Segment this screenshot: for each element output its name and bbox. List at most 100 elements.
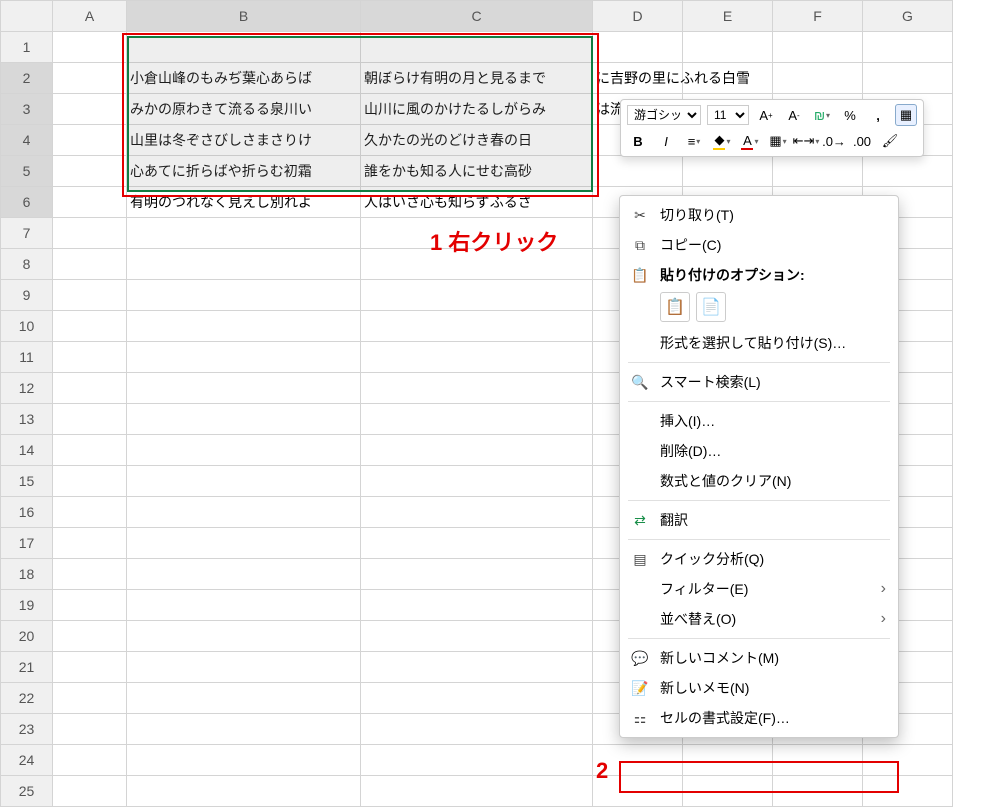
row-header-17[interactable]: 17 [1, 528, 53, 559]
row-header-13[interactable]: 13 [1, 404, 53, 435]
cell-A14[interactable] [53, 435, 127, 466]
menu-sort[interactable]: 並べ替え(O) [620, 604, 898, 634]
fill-color-icon[interactable]: ◆ [711, 130, 733, 152]
row-header-15[interactable]: 15 [1, 466, 53, 497]
cell-B18[interactable] [127, 559, 361, 590]
cell-B20[interactable] [127, 621, 361, 652]
italic-icon[interactable]: I [655, 130, 677, 152]
increase-decimal-icon[interactable]: .0→ [823, 130, 845, 152]
row-header-19[interactable]: 19 [1, 590, 53, 621]
cell-C17[interactable] [361, 528, 593, 559]
col-header-G[interactable]: G [863, 1, 953, 32]
percent-format-icon[interactable]: % [839, 104, 861, 126]
cell-A4[interactable] [53, 125, 127, 156]
decrease-font-icon[interactable]: A- [783, 104, 805, 126]
cell-C11[interactable] [361, 342, 593, 373]
cell-A9[interactable] [53, 280, 127, 311]
menu-paste-special[interactable]: 形式を選択して貼り付け(S)… [620, 328, 898, 358]
paste-default-icon[interactable]: 📋 [660, 292, 690, 322]
font-color-icon[interactable]: A [739, 130, 761, 152]
cell-A23[interactable] [53, 714, 127, 745]
comma-format-icon[interactable]: , [867, 104, 889, 126]
cell-G25[interactable] [863, 776, 953, 807]
cell-F25[interactable] [773, 776, 863, 807]
col-header-B[interactable]: B [127, 1, 361, 32]
cell-D5[interactable] [593, 156, 683, 187]
row-header-1[interactable]: 1 [1, 32, 53, 63]
cell-B17[interactable] [127, 528, 361, 559]
cell-F5[interactable] [773, 156, 863, 187]
cell-B5[interactable]: 心あてに折らばや折らむ初霜 [127, 156, 361, 187]
menu-quick-analysis[interactable]: ▤ クイック分析(Q) [620, 544, 898, 574]
cell-F2[interactable] [773, 63, 863, 94]
cell-C21[interactable] [361, 652, 593, 683]
menu-clear[interactable]: 数式と値のクリア(N) [620, 466, 898, 496]
paste-values-icon[interactable]: 📄 [696, 292, 726, 322]
cell-C10[interactable] [361, 311, 593, 342]
menu-new-comment[interactable]: 💬 新しいコメント(M) [620, 643, 898, 673]
cell-A17[interactable] [53, 528, 127, 559]
cell-C2[interactable]: 朝ぼらけ有明の月と見るまで [361, 63, 593, 94]
cell-B21[interactable] [127, 652, 361, 683]
cell-E1[interactable] [683, 32, 773, 63]
cell-A18[interactable] [53, 559, 127, 590]
cell-A1[interactable] [53, 32, 127, 63]
cell-C12[interactable] [361, 373, 593, 404]
menu-filter[interactable]: フィルター(E) [620, 574, 898, 604]
select-all-corner[interactable] [1, 1, 53, 32]
menu-smart-lookup[interactable]: 🔍 スマート検索(L) [620, 367, 898, 397]
cell-A22[interactable] [53, 683, 127, 714]
menu-new-note[interactable]: 📝 新しいメモ(N) [620, 673, 898, 703]
cell-A3[interactable] [53, 94, 127, 125]
row-header-12[interactable]: 12 [1, 373, 53, 404]
cell-C23[interactable] [361, 714, 593, 745]
col-header-C[interactable]: C [361, 1, 593, 32]
cell-C19[interactable] [361, 590, 593, 621]
cell-B13[interactable] [127, 404, 361, 435]
cell-B1[interactable] [127, 32, 361, 63]
cell-B23[interactable] [127, 714, 361, 745]
cell-C3[interactable]: 山川に風のかけたるしがらみ [361, 94, 593, 125]
cell-C1[interactable] [361, 32, 593, 63]
cell-G2[interactable] [863, 63, 953, 94]
font-size-select[interactable]: 11 [707, 105, 749, 125]
menu-cut[interactable]: ✂ 切り取り(T) [620, 200, 898, 230]
cell-C18[interactable] [361, 559, 593, 590]
cell-C9[interactable] [361, 280, 593, 311]
row-header-4[interactable]: 4 [1, 125, 53, 156]
cell-E25[interactable] [683, 776, 773, 807]
cell-C14[interactable] [361, 435, 593, 466]
cell-A8[interactable] [53, 249, 127, 280]
cell-C5[interactable]: 誰をかも知る人にせむ高砂 [361, 156, 593, 187]
cell-C15[interactable] [361, 466, 593, 497]
row-header-20[interactable]: 20 [1, 621, 53, 652]
cell-A11[interactable] [53, 342, 127, 373]
col-header-D[interactable]: D [593, 1, 683, 32]
cell-B6[interactable]: 有明のつれなく見えし別れよ [127, 187, 361, 218]
cell-C4[interactable]: 久かたの光のどけき春の日 [361, 125, 593, 156]
row-header-22[interactable]: 22 [1, 683, 53, 714]
cell-A7[interactable] [53, 218, 127, 249]
cell-A5[interactable] [53, 156, 127, 187]
menu-delete[interactable]: 削除(D)… [620, 436, 898, 466]
cell-G5[interactable] [863, 156, 953, 187]
format-painter-icon[interactable]: 🖌 [879, 130, 901, 152]
menu-insert[interactable]: 挿入(I)… [620, 406, 898, 436]
row-header-6[interactable]: 6 [1, 187, 53, 218]
row-header-7[interactable]: 7 [1, 218, 53, 249]
cell-A20[interactable] [53, 621, 127, 652]
cell-D1[interactable] [593, 32, 683, 63]
cell-C25[interactable] [361, 776, 593, 807]
cell-B12[interactable] [127, 373, 361, 404]
cell-B15[interactable] [127, 466, 361, 497]
cell-B2[interactable]: 小倉山峰のもみぢ葉心あらば [127, 63, 361, 94]
cell-B9[interactable] [127, 280, 361, 311]
cell-A2[interactable] [53, 63, 127, 94]
menu-copy[interactable]: ⧉ コピー(C) [620, 230, 898, 260]
row-header-8[interactable]: 8 [1, 249, 53, 280]
row-header-25[interactable]: 25 [1, 776, 53, 807]
cell-C20[interactable] [361, 621, 593, 652]
decrease-decimal-icon[interactable]: .00 [851, 130, 873, 152]
cell-B24[interactable] [127, 745, 361, 776]
row-header-14[interactable]: 14 [1, 435, 53, 466]
